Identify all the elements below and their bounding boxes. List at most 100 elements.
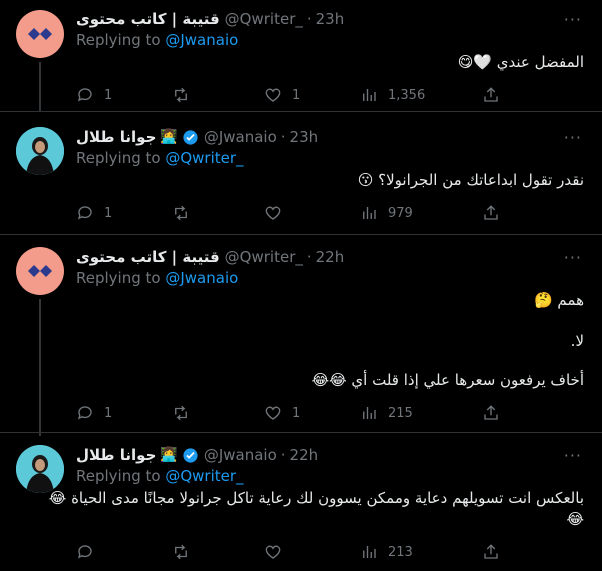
action-bar: 213 (76, 543, 502, 563)
tweet-header: جوانا طلال 👩‍💻 @Jwanaio · 22h (76, 445, 318, 465)
profile-photo (16, 445, 64, 493)
tweet-header: قتيبة | كاتب محتوى @Qwriter_ · 22h (76, 247, 344, 267)
timestamp[interactable]: 23h (316, 10, 345, 28)
share-button[interactable] (482, 404, 500, 426)
user-handle[interactable]: @Qwriter_ (225, 10, 303, 28)
like-button[interactable]: 1 (264, 86, 300, 104)
replying-to: Replying to @Qwriter_ (76, 149, 244, 167)
tweet-text-line: همم 🤔 (533, 291, 584, 309)
thread-line (39, 299, 41, 436)
reply-button[interactable] (76, 543, 94, 561)
technologist-emoji: 👩‍💻 (160, 129, 178, 145)
replying-to-link[interactable]: @Jwanaio (165, 269, 238, 287)
reply-icon (77, 406, 92, 420)
tweet-text-line: بالعكس انت تسويلهم دعاية وممكن يسوون لك … (48, 489, 584, 507)
display-name[interactable]: قتيبة | كاتب محتوى (76, 10, 220, 28)
tweet-header: جوانا طلال 👩‍💻 @Jwanaio · 23h (76, 127, 318, 147)
more-dots-icon[interactable]: ··· (564, 128, 582, 147)
action-bar: 1 979 (76, 204, 502, 224)
replying-to: Replying to @Jwanaio (76, 269, 238, 287)
timestamp[interactable]: 23h (290, 128, 319, 146)
separator-dot: · (280, 128, 286, 146)
logo-icon (28, 265, 52, 277)
user-handle[interactable]: @Qwriter_ (225, 248, 303, 266)
share-icon (484, 405, 498, 420)
views-button[interactable]: 215 (360, 404, 413, 422)
display-name[interactable]: جوانا طلال (76, 128, 156, 146)
tweet-1[interactable]: قتيبة | كاتب محتوى @Qwriter_ · 23h ··· R… (0, 0, 602, 111)
display-name[interactable]: جوانا طلال (76, 446, 156, 464)
replying-prefix: Replying to (76, 269, 161, 287)
separator-dot: · (280, 446, 286, 464)
display-name[interactable]: قتيبة | كاتب محتوى (76, 248, 220, 266)
retweet-button[interactable] (172, 543, 190, 561)
divider (0, 432, 602, 433)
heart-icon (265, 545, 281, 559)
reply-count: 1 (104, 205, 113, 221)
thread-line (39, 62, 41, 111)
views-button[interactable]: 979 (360, 204, 413, 222)
reply-icon (77, 206, 92, 220)
retweet-button[interactable] (172, 204, 190, 222)
separator-dot: · (306, 10, 312, 28)
replying-to-link[interactable]: @Qwriter_ (165, 467, 243, 485)
avatar-qwriter[interactable] (16, 247, 64, 295)
user-handle[interactable]: @Jwanaio (204, 128, 277, 146)
tweet-text: المفضل عندي 🤍😋 (457, 53, 584, 71)
technologist-emoji: 👩‍💻 (160, 447, 178, 463)
more-dots-icon[interactable]: ··· (564, 446, 582, 465)
replying-prefix: Replying to (76, 149, 161, 167)
retweet-icon (175, 87, 187, 103)
user-handle[interactable]: @Jwanaio (204, 446, 277, 464)
share-button[interactable] (482, 543, 500, 565)
retweet-button[interactable] (172, 404, 190, 422)
more-dots-icon[interactable]: ··· (564, 248, 582, 267)
reply-button[interactable]: 1 (76, 86, 112, 104)
timestamp[interactable]: 22h (290, 446, 319, 464)
retweet-button[interactable] (172, 86, 200, 104)
retweet-icon (175, 544, 187, 560)
retweet-icon (175, 205, 187, 221)
reply-icon (77, 88, 92, 102)
timestamp[interactable]: 22h (316, 248, 345, 266)
logo-icon (28, 28, 52, 40)
replying-to: Replying to @Jwanaio (76, 31, 238, 49)
reply-button[interactable]: 1 (76, 204, 112, 222)
action-bar: 1 1 1,356 (76, 86, 502, 106)
heart-icon (265, 206, 281, 220)
avatar-qwriter[interactable] (16, 10, 64, 58)
share-button[interactable] (482, 86, 500, 108)
replying-prefix: Replying to (76, 31, 161, 49)
like-button[interactable] (264, 204, 282, 222)
replying-to-link[interactable]: @Qwriter_ (165, 149, 243, 167)
like-button[interactable] (264, 543, 282, 561)
tweet-text-line: لا. (570, 332, 584, 350)
replying-to-link[interactable]: @Jwanaio (165, 31, 238, 49)
reply-count: 1 (104, 87, 113, 103)
share-icon (484, 87, 498, 102)
like-button[interactable]: 1 (264, 404, 300, 422)
reply-count: 1 (104, 405, 113, 421)
heart-icon (265, 406, 281, 420)
views-button[interactable]: 1,356 (360, 86, 425, 104)
more-dots-icon[interactable]: ··· (564, 10, 582, 29)
replying-prefix: Replying to (76, 467, 161, 485)
retweet-icon (175, 405, 187, 421)
views-count: 1,356 (388, 87, 426, 103)
views-icon (363, 207, 376, 219)
verified-badge-icon (183, 447, 198, 463)
tweet-text-line: أخاف يرفعون سعرها علي إذا قلت أي 😂😂 (311, 371, 584, 389)
views-button[interactable]: 213 (360, 543, 413, 561)
avatar-jwanaio[interactable] (16, 445, 64, 493)
reply-button[interactable]: 1 (76, 404, 112, 422)
views-icon (363, 89, 376, 101)
share-icon (484, 544, 498, 559)
like-count: 1 (292, 405, 301, 421)
avatar-jwanaio[interactable] (16, 127, 64, 175)
share-icon (484, 205, 498, 220)
views-count: 979 (388, 205, 413, 221)
divider (0, 111, 602, 112)
views-count: 213 (388, 544, 413, 560)
reply-icon (77, 545, 92, 559)
share-button[interactable] (482, 204, 500, 226)
